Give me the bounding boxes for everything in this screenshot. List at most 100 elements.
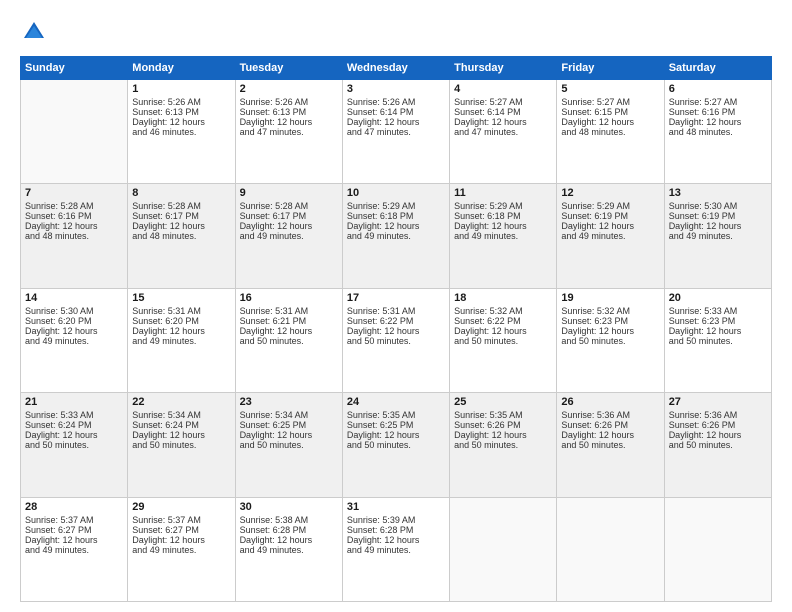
day-number: 28 [25, 501, 123, 513]
day-info-line: Sunset: 6:14 PM [347, 107, 445, 117]
day-number: 22 [132, 396, 230, 408]
day-info-line: Sunset: 6:17 PM [132, 211, 230, 221]
day-info-line: Sunrise: 5:28 AM [240, 201, 338, 211]
day-info-line: Sunrise: 5:32 AM [561, 306, 659, 316]
day-info-line: Sunset: 6:24 PM [25, 420, 123, 430]
calendar-cell [664, 497, 771, 601]
day-info-line: Daylight: 12 hours [347, 221, 445, 231]
day-info-line: and 50 minutes. [240, 336, 338, 346]
calendar-cell: 16Sunrise: 5:31 AMSunset: 6:21 PMDayligh… [235, 288, 342, 392]
day-info-line: Sunset: 6:21 PM [240, 316, 338, 326]
day-number: 20 [669, 292, 767, 304]
calendar-cell: 29 Sunrise: 5:37 AMSunset: 6:27 PMDayligh… [128, 497, 235, 601]
day-number: 1 [132, 83, 230, 95]
day-info-line: and 48 minutes. [25, 231, 123, 241]
calendar-cell: 2Sunrise: 5:26 AMSunset: 6:13 PMDaylight… [235, 80, 342, 184]
day-info-line: Daylight: 12 hours [240, 221, 338, 231]
day-info-line: and 50 minutes. [669, 440, 767, 450]
day-info-line: Sunset: 6:13 PM [240, 107, 338, 117]
day-info-line: and 49 minutes. [25, 545, 123, 555]
day-info-line: Sunset: 6:25 PM [347, 420, 445, 430]
day-info-line: and 49 minutes. [240, 545, 338, 555]
day-number: 30 [240, 501, 338, 513]
calendar-cell: 18Sunrise: 5:32 AMSunset: 6:22 PMDayligh… [450, 288, 557, 392]
day-info-line: Sunset: 6:23 PM [561, 316, 659, 326]
day-info-line: Daylight: 12 hours [669, 117, 767, 127]
day-info-line: Sunrise: 5:38 AM [240, 515, 338, 525]
day-info-line: Sunset: 6:16 PM [669, 107, 767, 117]
day-info-line: Daylight: 12 hours [561, 117, 659, 127]
day-info-line: Daylight: 12 hours [347, 326, 445, 336]
day-info-line: and 49 minutes. [669, 231, 767, 241]
calendar-cell: 1Sunrise: 5:26 AMSunset: 6:13 PMDaylight… [128, 80, 235, 184]
day-number: 23 [240, 396, 338, 408]
day-info-line: and 50 minutes. [240, 440, 338, 450]
day-info-line: Sunset: 6:24 PM [132, 420, 230, 430]
calendar-cell: 7Sunrise: 5:28 AMSunset: 6:16 PMDaylight… [21, 184, 128, 288]
day-info-line: Sunset: 6:22 PM [347, 316, 445, 326]
calendar-week-row: 21Sunrise: 5:33 AMSunset: 6:24 PMDayligh… [21, 393, 772, 497]
day-info-line: Sunrise: 5:37 AM [25, 515, 123, 525]
day-info-line: Sunrise: 5:27 AM [561, 97, 659, 107]
day-info-line: Sunset: 6:27 PM [25, 525, 123, 535]
day-number: 21 [25, 396, 123, 408]
day-number: 17 [347, 292, 445, 304]
day-info-line: and 49 minutes. [132, 336, 230, 346]
day-number: 14 [25, 292, 123, 304]
day-number: 29 [132, 501, 230, 513]
day-number: 11 [454, 187, 552, 199]
day-info-line: Sunrise: 5:33 AM [669, 306, 767, 316]
day-number: 31 [347, 501, 445, 513]
calendar-cell: 19Sunrise: 5:32 AMSunset: 6:23 PMDayligh… [557, 288, 664, 392]
day-info-line: and 49 minutes. [25, 336, 123, 346]
calendar-cell [21, 80, 128, 184]
day-info-line: Sunset: 6:19 PM [561, 211, 659, 221]
day-info-line: and 47 minutes. [454, 127, 552, 137]
day-info-line: Sunrise: 5:32 AM [454, 306, 552, 316]
day-number: 12 [561, 187, 659, 199]
day-info-line: Sunset: 6:23 PM [669, 316, 767, 326]
weekday-saturday: Saturday [664, 57, 771, 80]
day-info-line: Sunrise: 5:31 AM [347, 306, 445, 316]
day-info-line: Sunset: 6:27 PM [132, 525, 230, 535]
day-info-line: Sunrise: 5:37 AM [132, 515, 230, 525]
day-info-line: Sunrise: 5:31 AM [132, 306, 230, 316]
day-info-line: Daylight: 12 hours [132, 535, 230, 545]
day-info-line: Daylight: 12 hours [347, 117, 445, 127]
day-info-line: and 50 minutes. [454, 336, 552, 346]
day-info-line: Daylight: 12 hours [669, 221, 767, 231]
day-info-line: Daylight: 12 hours [25, 221, 123, 231]
calendar-cell: 8Sunrise: 5:28 AMSunset: 6:17 PMDaylight… [128, 184, 235, 288]
day-number: 15 [132, 292, 230, 304]
weekday-header-row: SundayMondayTuesdayWednesdayThursdayFrid… [21, 57, 772, 80]
weekday-tuesday: Tuesday [235, 57, 342, 80]
day-info-line: and 50 minutes. [347, 336, 445, 346]
day-info-line: Sunrise: 5:26 AM [240, 97, 338, 107]
day-info-line: and 46 minutes. [132, 127, 230, 137]
day-info-line: and 49 minutes. [132, 545, 230, 555]
day-info-line: Sunrise: 5:36 AM [669, 410, 767, 420]
day-info-line: Sunset: 6:20 PM [25, 316, 123, 326]
day-info-line: Sunset: 6:28 PM [240, 525, 338, 535]
day-info-line: Sunrise: 5:34 AM [240, 410, 338, 420]
calendar-cell: 5Sunrise: 5:27 AMSunset: 6:15 PMDaylight… [557, 80, 664, 184]
page: SundayMondayTuesdayWednesdayThursdayFrid… [0, 0, 792, 612]
day-info-line: Daylight: 12 hours [561, 326, 659, 336]
calendar-cell: 27Sunrise: 5:36 AMSunset: 6:26 PMDayligh… [664, 393, 771, 497]
logo-icon [20, 18, 48, 46]
day-info-line: Sunset: 6:18 PM [347, 211, 445, 221]
day-info-line: Sunset: 6:26 PM [561, 420, 659, 430]
day-info-line: Sunset: 6:20 PM [132, 316, 230, 326]
day-number: 26 [561, 396, 659, 408]
day-info-line: and 50 minutes. [561, 336, 659, 346]
day-info-line: and 49 minutes. [240, 231, 338, 241]
day-info-line: Sunrise: 5:35 AM [347, 410, 445, 420]
day-info-line: Daylight: 12 hours [240, 117, 338, 127]
day-number: 18 [454, 292, 552, 304]
day-info-line: Sunrise: 5:31 AM [240, 306, 338, 316]
day-info-line: Sunset: 6:15 PM [561, 107, 659, 117]
calendar-cell: 17 Sunrise: 5:31 AMSunset: 6:22 PMDayligh… [342, 288, 449, 392]
day-number: 25 [454, 396, 552, 408]
calendar-cell: 30Sunrise: 5:38 AMSunset: 6:28 PMDayligh… [235, 497, 342, 601]
calendar-week-row: 28Sunrise: 5:37 AMSunset: 6:27 PMDayligh… [21, 497, 772, 601]
